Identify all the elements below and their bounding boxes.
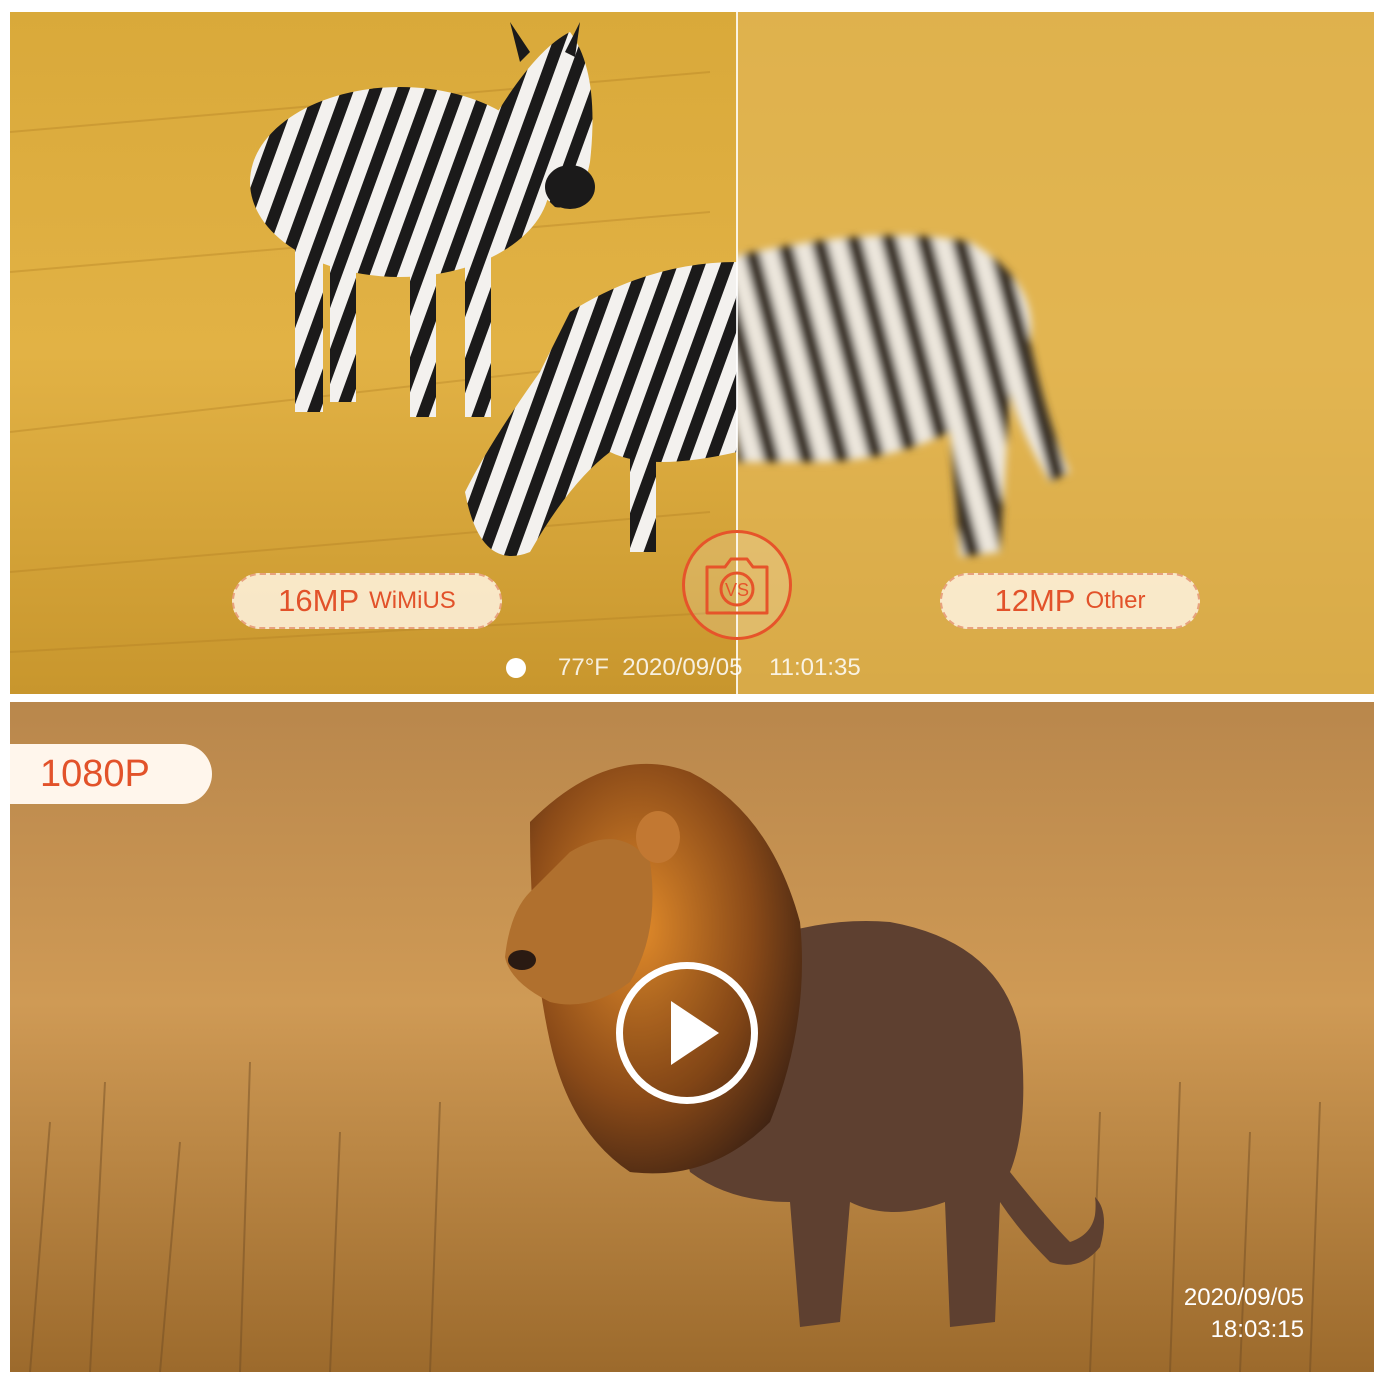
temperature-text: 77°F	[558, 654, 609, 681]
wimius-brand-name: WiMiUS	[369, 587, 456, 614]
comparison-photo-panel: 16MP WiMiUS VS 12MP Other 77°F 2020/09/0…	[10, 12, 1374, 694]
date-text: 2020/09/05	[622, 654, 743, 681]
time-text: 11:01:35	[769, 654, 861, 681]
camera-icon: VS	[705, 557, 769, 615]
video-timestamp: 2020/09/05 18:03:15	[1184, 1282, 1304, 1346]
other-resolution-value: 12MP	[994, 583, 1076, 618]
play-icon	[671, 1001, 719, 1065]
video-date: 2020/09/05	[1183, 1284, 1304, 1311]
vs-text: VS	[725, 580, 749, 600]
wimius-resolution-value: 16MP	[278, 583, 360, 618]
video-time: 18:03:15	[1210, 1316, 1304, 1343]
moon-icon	[506, 658, 526, 678]
other-resolution-label: 12MP Other	[940, 573, 1200, 629]
resolution-badge: 1080P	[10, 744, 212, 804]
photo-info-stamp: 77°F 2020/09/05 11:01:35	[506, 653, 861, 683]
other-brand-name: Other	[1085, 587, 1146, 614]
vs-camera-badge: VS	[682, 530, 792, 640]
wimius-resolution-label: 16MP WiMiUS	[232, 573, 502, 629]
play-button[interactable]	[616, 962, 758, 1104]
video-preview-panel: 1080P 2020/09/05 18:03:15	[10, 702, 1374, 1372]
